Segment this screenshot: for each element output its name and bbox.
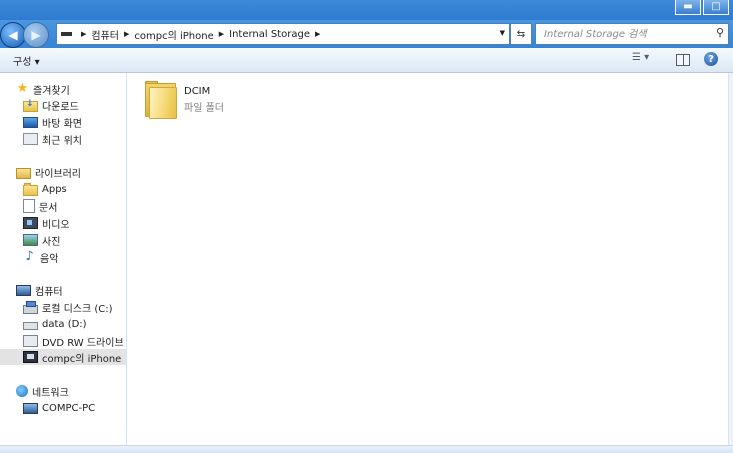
network-computer-icon	[23, 402, 38, 414]
library-icon	[16, 167, 31, 179]
arrow-right-icon: ▶	[31, 28, 41, 42]
breadcrumb-internal-storage[interactable]: Internal Storage	[229, 29, 310, 40]
sidebar-item-label: 사진	[42, 236, 61, 248]
command-bar: 구성 ▾ ☰ ▾ ?	[0, 48, 733, 73]
arrow-left-icon: ◀	[8, 28, 18, 42]
chevron-right-icon[interactable]: ▶	[81, 30, 86, 38]
network-icon	[16, 385, 28, 397]
item-type: 파일 폴더	[184, 103, 224, 114]
file-list: DCIM 파일 폴더	[127, 73, 733, 445]
address-bar[interactable]: ▶ 컴퓨터 ▶ compc의 iPhone ▶ Internal Storage…	[56, 23, 510, 45]
folder-icon	[23, 182, 38, 196]
chevron-right-icon[interactable]: ▶	[219, 30, 224, 38]
sidebar-item-local-disk-c[interactable]: 로컬 디스크 (C:)	[23, 299, 113, 315]
desktop-icon	[23, 116, 38, 128]
sidebar-item-label: 비디오	[42, 219, 70, 231]
sidebar-item-libraries[interactable]: 라이브러리	[16, 164, 81, 180]
sidebar-item-label: 음악	[40, 253, 59, 265]
window-border-right	[728, 73, 733, 445]
search-icon[interactable]: ⚲	[716, 26, 724, 39]
search-input[interactable]	[542, 27, 714, 41]
sidebar-item-label: 최근 위치	[42, 135, 82, 147]
sidebar-item-downloads[interactable]: 다운로드	[23, 97, 79, 113]
breadcrumb-iphone[interactable]: compc의 iPhone	[134, 27, 213, 42]
sidebar-item-label: 즐겨찾기	[33, 85, 70, 97]
sidebar-item-label: COMPC-PC	[42, 402, 96, 414]
sidebar-item-label: data (D:)	[42, 318, 87, 330]
music-icon: ♪	[25, 249, 34, 264]
sidebar-item-label: 바탕 화면	[42, 118, 82, 130]
minimize-button[interactable]: ▬	[675, 0, 701, 15]
iphone-icon	[23, 351, 38, 363]
title-bar: ▬ □	[0, 0, 733, 20]
sidebar-item-music[interactable]: ♪ 음악	[23, 249, 58, 265]
star-icon: ★	[16, 81, 29, 96]
downloads-folder-icon	[23, 99, 38, 112]
sidebar-item-computer[interactable]: 컴퓨터	[16, 282, 63, 298]
refresh-icon: ⇆	[516, 28, 526, 40]
recent-places-icon	[23, 133, 38, 145]
sidebar-item-apps[interactable]: Apps	[23, 181, 67, 197]
document-icon	[23, 199, 35, 213]
sidebar-item-label: compc의 iPhone	[42, 353, 122, 365]
sidebar-item-label: 다운로드	[42, 101, 79, 113]
sidebar-item-compc-pc[interactable]: COMPC-PC	[23, 400, 95, 416]
local-disk-icon	[23, 300, 38, 314]
sidebar-item-label: 로컬 디스크 (C:)	[42, 303, 113, 315]
sidebar-item-data-d[interactable]: data (D:)	[23, 316, 87, 332]
sidebar-item-documents[interactable]: 문서	[23, 198, 57, 214]
video-icon	[23, 217, 38, 229]
sidebar-item-label: Apps	[42, 183, 67, 195]
sidebar-item-dvd-drive[interactable]: DVD RW 드라이브 (	[23, 333, 125, 349]
sidebar-item-network[interactable]: 네트워크	[16, 383, 69, 399]
sidebar-item-label: 문서	[39, 202, 58, 214]
forward-button[interactable]: ▶	[23, 22, 49, 48]
change-view-button[interactable]: ☰ ▾	[632, 52, 662, 68]
window-controls: ▬ □	[673, 0, 729, 15]
sidebar-item-pictures[interactable]: 사진	[23, 232, 60, 248]
organize-menu-button[interactable]: 구성 ▾	[13, 53, 40, 68]
sidebar-item-label: 네트워크	[32, 387, 69, 399]
picture-icon	[23, 234, 38, 246]
search-box[interactable]: ⚲	[535, 23, 729, 45]
sidebar-item-desktop[interactable]: 바탕 화면	[23, 114, 82, 130]
help-button[interactable]: ?	[704, 52, 718, 66]
hard-drive-icon	[23, 322, 38, 330]
sidebar-item-label: 컴퓨터	[35, 286, 63, 298]
computer-icon	[16, 284, 31, 296]
sidebar-item-recent-places[interactable]: 최근 위치	[23, 131, 82, 147]
chevron-right-icon[interactable]: ▶	[124, 30, 129, 38]
drive-icon	[61, 32, 72, 36]
dvd-drive-icon	[23, 335, 38, 347]
sidebar-item-videos[interactable]: 비디오	[23, 215, 70, 231]
chevron-right-icon[interactable]: ▶	[315, 30, 320, 38]
maximize-button[interactable]: □	[703, 0, 729, 15]
sidebar-item-iphone[interactable]: compc의 iPhone	[0, 349, 126, 365]
refresh-button[interactable]: ⇆	[510, 23, 532, 45]
chevron-down-icon[interactable]: ▼	[500, 29, 505, 37]
sidebar-item-label: DVD RW 드라이브 (	[42, 337, 125, 349]
view-list-icon: ☰ ▾	[632, 52, 650, 63]
sidebar-item-favorites[interactable]: ★ 즐겨찾기	[16, 81, 70, 97]
breadcrumb-computer[interactable]: 컴퓨터	[91, 27, 119, 42]
preview-pane-button[interactable]	[676, 54, 690, 66]
sidebar-item-label: 라이브러리	[35, 168, 81, 180]
navigation-pane: ★ 즐겨찾기 다운로드 바탕 화면 최근 위치 라이브러리 Apps 문서 비디…	[0, 73, 127, 445]
item-name[interactable]: DCIM	[184, 86, 210, 97]
folder-icon[interactable]	[144, 81, 177, 119]
